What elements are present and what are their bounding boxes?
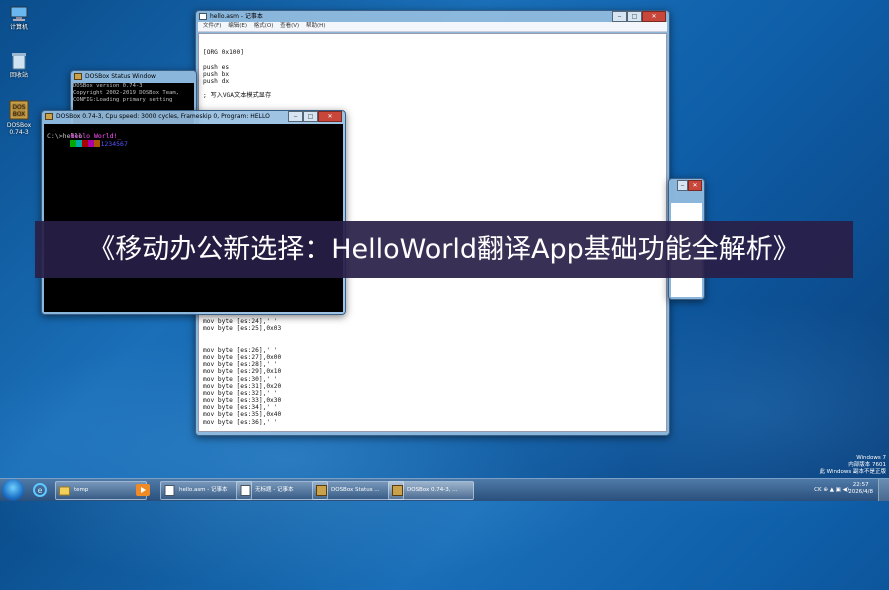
svg-text:e: e xyxy=(38,486,43,495)
notepad-icon xyxy=(164,485,175,496)
taskbar-item-label: 无标题 - 记事本 xyxy=(255,487,294,493)
notepad-icon xyxy=(199,13,207,20)
code-line: mov byte [es:27],0x00 xyxy=(203,353,282,361)
taskbar-item-label: DOSBox Status ... xyxy=(331,487,380,493)
code-line: mov byte [es:34],' ' xyxy=(203,404,278,412)
code-line: mov byte [es:30],' ' xyxy=(203,375,278,383)
desktop-icon-computer[interactable]: 计算机 xyxy=(2,6,36,31)
code-line: mov byte [es:28],' ' xyxy=(203,361,278,369)
internet-explorer-icon[interactable]: e xyxy=(32,482,48,498)
notepad-icon xyxy=(240,485,251,496)
watermark-line: 此 Windows 副本不是正版 xyxy=(819,469,886,475)
watermark-line: Windows 7 xyxy=(856,455,886,461)
dosbox-title: DOSBox 0.74-3, Cpu speed: 3000 cycles, F… xyxy=(56,113,270,120)
svg-text:DOS: DOS xyxy=(12,104,25,111)
folder-icon xyxy=(59,486,70,496)
taskbar-item-label: hello.asm - 记事本 xyxy=(179,487,228,493)
taskbar-item-dosbox[interactable]: DOSBox 0.74-3, ... xyxy=(388,481,474,500)
code-line: mov byte [es:24],' ' xyxy=(203,318,278,325)
status-titlebar[interactable]: DOSBox Status Window xyxy=(71,71,196,82)
taskbar-item-label: temp xyxy=(74,487,89,493)
menu-help[interactable]: 帮助(H) xyxy=(306,23,325,29)
recycle-bin-icon xyxy=(12,53,26,70)
media-player-icon[interactable] xyxy=(135,482,151,498)
hello-output-line: Hello World!_ 1234567 xyxy=(44,124,343,148)
taskbar-item-temp[interactable]: temp xyxy=(55,481,147,500)
taskbar-item-label: DOSBox 0.74-3, ... xyxy=(407,487,458,493)
dosbox-screen[interactable]: Hello World!_ 1234567 C:\>hello xyxy=(44,124,343,312)
notepad-titlebar[interactable]: hello.asm - 记事本 ‒ □ ✕ xyxy=(196,11,669,22)
code-line: [ORG 0x100] xyxy=(203,49,244,57)
dosbox-titlebar[interactable]: DOSBox 0.74-3, Cpu speed: 3000 cycles, F… xyxy=(42,111,345,122)
code-line: mov byte [es:35],0x40 xyxy=(203,411,282,419)
code-line: mov byte [es:26],' ' xyxy=(203,346,278,354)
close-button[interactable]: ✕ xyxy=(688,180,702,191)
title-banner: 《移动办公新选择：HelloWorld翻译App基础功能全解析》 xyxy=(35,221,853,278)
dosbox-icon xyxy=(392,485,403,496)
code-line: push dx xyxy=(203,77,230,85)
code-line: mov byte [es:31],0x20 xyxy=(203,382,282,390)
show-desktop-button[interactable] xyxy=(878,479,889,501)
desktop-icon-recycle-bin[interactable]: 回收站 xyxy=(2,52,36,79)
notepad-title: hello.asm - 记事本 xyxy=(210,13,263,20)
clock-time: 22:57 xyxy=(852,482,869,488)
dosbox-icon xyxy=(74,73,82,80)
code-line: mov byte [es:25],0x03 xyxy=(203,325,282,333)
code-line: mov byte [es:32],' ' xyxy=(203,389,278,397)
close-button[interactable]: ✕ xyxy=(642,11,666,22)
code-line: push es xyxy=(203,63,230,71)
digits-text: 1234567 xyxy=(100,140,128,148)
desktop-icon-label: DOSBox 0.74-3 xyxy=(6,122,32,136)
console-line: Copyright 2002-2019 DOSBox Team, xyxy=(73,90,179,96)
console-line: CONFIG:Loading primary setting xyxy=(73,97,173,103)
minimize-button[interactable]: ‒ xyxy=(288,111,303,122)
dosbox-icon xyxy=(45,113,53,120)
windows-watermark: Windows 7 内部版本 7601 此 Windows 副本不是正版 xyxy=(819,455,886,476)
desktop-icon-label: 计算机 xyxy=(9,24,28,31)
code-line: mov byte [es:29],0x10 xyxy=(203,368,282,376)
menu-file[interactable]: 文件(F) xyxy=(203,23,221,29)
code-line: mov byte [es:36],' ' xyxy=(203,418,278,426)
minimize-button[interactable]: ‒ xyxy=(677,180,688,191)
desktop-icon-dosbox[interactable]: DOS BOX DOSBox 0.74-3 xyxy=(2,100,36,136)
status-title: DOSBox Status Window xyxy=(85,73,156,80)
maximize-button[interactable]: □ xyxy=(303,111,318,122)
svg-text:BOX: BOX xyxy=(13,111,25,118)
console-line: DOSBox version 0.74-3 xyxy=(73,83,143,89)
code-line: push bx xyxy=(203,70,230,78)
code-line: ; 写入VGA文本模式显存 xyxy=(203,92,272,100)
menu-format[interactable]: 格式(O) xyxy=(254,23,274,29)
taskbar: e temp hello.asm - 记事本 无标题 - 记事本 DOSBox … xyxy=(0,478,889,501)
notepad-menubar: 文件(F) 编辑(E) 格式(O) 查看(V) 帮助(H) xyxy=(198,22,667,32)
dosbox-icon: DOS BOX xyxy=(9,100,29,120)
hello-text: Hello World!_ xyxy=(70,132,122,140)
menu-view[interactable]: 查看(V) xyxy=(280,23,299,29)
dosbox-window[interactable]: DOSBox 0.74-3, Cpu speed: 3000 cycles, F… xyxy=(41,110,346,315)
clock-date: 2026/4/8 xyxy=(848,489,873,495)
code-line: mov byte [es:33],0x30 xyxy=(203,397,282,405)
minimize-button[interactable]: ‒ xyxy=(612,11,627,22)
menu-edit[interactable]: 编辑(E) xyxy=(228,23,247,29)
system-clock[interactable]: 22:57 2026/4/8 xyxy=(848,482,873,496)
watermark-line: 内部版本 7601 xyxy=(848,462,886,468)
start-button[interactable] xyxy=(2,479,24,501)
maximize-button[interactable]: □ xyxy=(627,11,642,22)
dosbox-icon xyxy=(316,485,327,496)
computer-icon xyxy=(10,6,28,21)
system-tray[interactable]: CK ⊕ ▲ ▣ ◀) xyxy=(814,483,849,497)
close-button[interactable]: ✕ xyxy=(318,111,342,122)
desktop-icon-label: 回收站 xyxy=(9,72,28,79)
